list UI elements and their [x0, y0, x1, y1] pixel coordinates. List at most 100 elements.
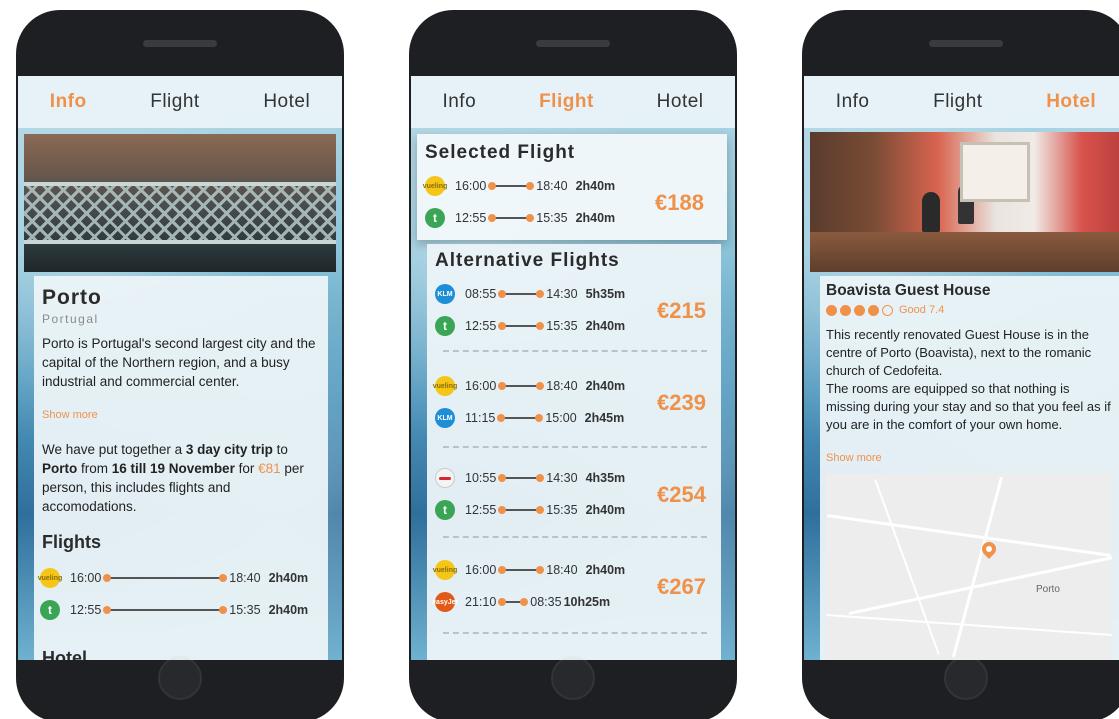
departure-time: 16:00 [465, 563, 497, 577]
trip-dates: 16 till 19 November [111, 461, 235, 476]
hotel-card: Boavista Guest House Good 7.4 This recen… [820, 276, 1119, 660]
departure-time: 10:55 [465, 471, 497, 485]
flight-row[interactable]: t 12:55 15:35 2h40m [435, 500, 625, 520]
screen-info: Info Flight Hotel Porto Portugal Porto i… [18, 76, 342, 660]
flight-row[interactable]: vueling 16:00 18:40 2h40m [433, 560, 625, 580]
arrival-time: 18:40 [229, 571, 261, 585]
trip-duration: 3 day city trip [185, 442, 273, 457]
route-line [488, 182, 535, 190]
flight-duration: 2h40m [268, 603, 309, 617]
tab-bar: Info Flight Hotel [804, 76, 1119, 128]
map-road [848, 555, 1112, 616]
flight-row[interactable]: 10:55 14:30 4h35m [435, 468, 625, 488]
photo-floor [810, 232, 1119, 272]
transavia-logo-icon: t [425, 208, 445, 228]
tab-info[interactable]: Info [836, 91, 870, 113]
map-road [827, 514, 1111, 557]
arrival-time: 18:40 [536, 179, 568, 193]
city-description: Porto is Portugal's second largest city … [42, 336, 316, 389]
route-line [498, 506, 545, 514]
vueling-logo-icon: vueling [433, 560, 457, 580]
flight-row[interactable]: KLM 08:55 14:30 5h35m [435, 284, 625, 304]
price: €267 [657, 574, 706, 599]
price: €215 [657, 298, 706, 323]
divider [443, 446, 707, 448]
transavia-logo-icon: t [435, 500, 455, 520]
flight-row[interactable]: easyJet 21:10 08:35 10h25m [432, 592, 610, 612]
hotel-map[interactable]: Porto [826, 474, 1112, 660]
tab-info[interactable]: Info [50, 91, 87, 113]
flight-row[interactable]: t 12:55 15:35 2h40m [435, 316, 625, 336]
show-more-link[interactable]: Show more [826, 452, 882, 464]
klm-logo-icon: KLM [435, 284, 455, 304]
route-line [498, 566, 545, 574]
rating-text: Good 7.4 [899, 304, 945, 316]
flight-row: vueling 16:00 18:40 2h40m [423, 176, 615, 196]
speaker-grille [929, 40, 1003, 47]
transavia-logo-icon: t [40, 600, 60, 620]
info-card: Porto Portugal Porto is Portugal's secon… [34, 276, 328, 660]
price: €188 [655, 190, 704, 215]
rating-dot-filled [868, 304, 879, 316]
flight-duration: 2h40m [268, 571, 309, 585]
city-photo [24, 134, 336, 272]
arrival-time: 18:40 [546, 563, 578, 577]
flight-duration: 2h40m [585, 379, 626, 393]
departure-time: 16:00 [70, 571, 102, 585]
trip-summary: We have put together a 3 day city trip t… [42, 440, 322, 516]
departure-time: 12:55 [465, 319, 497, 333]
price: €254 [657, 482, 706, 507]
departure-time: 16:00 [455, 179, 487, 193]
alternative-flights-heading: Alternative Flights [435, 250, 620, 271]
arrival-time: 18:40 [546, 379, 578, 393]
route-line [498, 290, 545, 298]
flight-row[interactable]: vueling 16:00 18:40 2h40m [38, 568, 309, 588]
bridge-rail [24, 240, 336, 244]
tab-info[interactable]: Info [442, 91, 476, 113]
departure-time: 21:10 [465, 595, 497, 609]
map-road [951, 476, 1004, 658]
flight-row[interactable]: KLM 11:15 15:00 2h45m [435, 408, 624, 428]
flight-duration: 2h40m [585, 503, 626, 517]
tab-flight[interactable]: Flight [150, 91, 199, 113]
trip-text: to [272, 442, 288, 457]
tab-hotel[interactable]: Hotel [1046, 91, 1096, 113]
home-button[interactable] [551, 656, 595, 700]
hotel-heading: Hotel [42, 648, 87, 660]
tab-hotel[interactable]: Hotel [657, 91, 704, 113]
arrival-time: 15:35 [536, 211, 568, 225]
home-button[interactable] [944, 656, 988, 700]
tab-flight[interactable]: Flight [933, 91, 982, 113]
departure-time: 12:55 [465, 503, 497, 517]
trip-city: Porto [42, 461, 78, 476]
phone-hotel: Info Flight Hotel Boavista Guest House G… [802, 10, 1119, 719]
departure-time: 12:55 [455, 211, 487, 225]
selected-flight-heading: Selected Flight [425, 142, 576, 163]
arrival-time: 08:35 [530, 595, 562, 609]
hotel-photo [810, 132, 1119, 272]
show-more-link[interactable]: Show more [42, 409, 98, 421]
british-airways-logo-icon [435, 468, 455, 488]
flight-row[interactable]: vueling 16:00 18:40 2h40m [433, 376, 626, 396]
flight-duration: 2h45m [584, 411, 625, 425]
flight-duration: 2h40m [575, 211, 616, 225]
tab-hotel[interactable]: Hotel [263, 91, 310, 113]
divider [443, 536, 707, 538]
departure-time: 08:55 [465, 287, 497, 301]
phone-info: Info Flight Hotel Porto Portugal Porto i… [16, 10, 344, 719]
klm-logo-icon: KLM [435, 408, 455, 428]
phone-flight: Info Flight Hotel Selected Flight vuelin… [409, 10, 737, 719]
city-name: Porto [42, 286, 102, 309]
route-line [497, 414, 544, 422]
tab-bar: Info Flight Hotel [411, 76, 735, 128]
selected-flight-card[interactable]: Selected Flight vueling 16:00 18:40 2h40… [417, 134, 727, 240]
mockup-stage: Info Flight Hotel Porto Portugal Porto i… [0, 0, 1119, 719]
tab-flight[interactable]: Flight [539, 91, 594, 113]
flight-row[interactable]: t 12:55 15:35 2h40m [40, 600, 308, 620]
rating-dot-filled [826, 304, 837, 316]
home-button[interactable] [158, 656, 202, 700]
rating-dot-filled [854, 304, 865, 316]
route-line [488, 214, 535, 222]
divider [443, 632, 707, 634]
map-road [874, 479, 940, 655]
